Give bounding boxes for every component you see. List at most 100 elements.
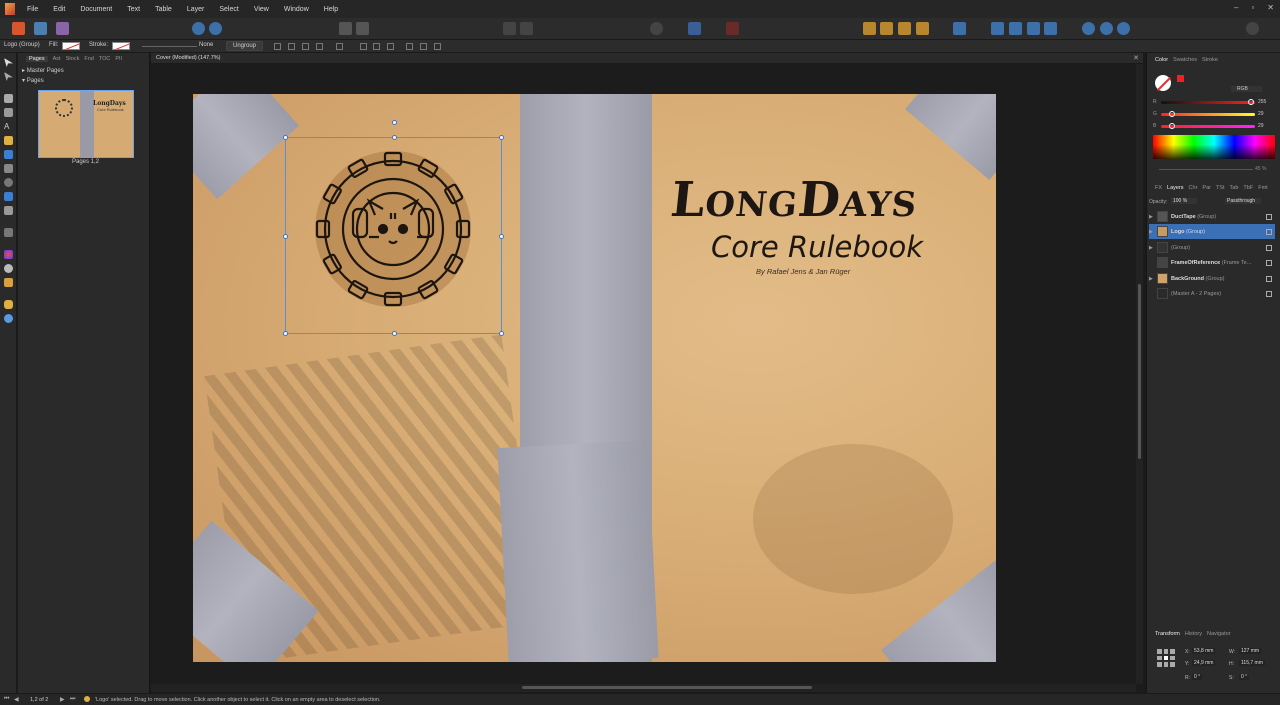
intersect-icon[interactable] (1117, 22, 1130, 35)
menu-file[interactable]: File (27, 6, 38, 13)
anchor-selector[interactable] (1157, 649, 1175, 667)
align-right-icon[interactable] (387, 43, 394, 50)
page-indicator[interactable]: 1,2 of 2 (30, 697, 48, 703)
layer-visibility-checkbox[interactable] (1266, 259, 1272, 266)
tab-assets[interactable]: Ast (53, 56, 61, 62)
tab-layers[interactable]: Layers (1167, 185, 1184, 191)
flip-horizontal-icon[interactable] (991, 22, 1004, 35)
rotation-field[interactable]: 0 ° (1192, 674, 1203, 680)
expand-icon[interactable]: ▶ (1149, 214, 1157, 220)
publisher-persona-icon[interactable] (12, 22, 25, 35)
expand-icon[interactable]: ▶ (1149, 245, 1157, 251)
stroke-width-slider[interactable] (142, 46, 197, 47)
previous-page-icon[interactable]: ◀ (14, 696, 19, 703)
menu-window[interactable]: Window (284, 6, 309, 13)
pin-icon[interactable] (503, 22, 516, 35)
book-title[interactable]: LongDays (668, 172, 921, 228)
color-picker-tool-icon[interactable] (4, 278, 13, 287)
rectangle-tool-icon[interactable] (4, 150, 13, 159)
tab-stock[interactable]: Stock (66, 56, 80, 62)
resize-handle-tr[interactable] (499, 135, 504, 140)
b-slider-knob[interactable] (1169, 123, 1175, 129)
pages-row[interactable]: ▾ Pages (22, 77, 44, 84)
tab-color[interactable]: Color (1155, 57, 1168, 63)
designer-persona-icon[interactable] (56, 22, 69, 35)
menu-layer[interactable]: Layer (187, 6, 205, 13)
assets-icon[interactable] (209, 22, 222, 35)
tab-pii[interactable]: PII (115, 56, 122, 62)
zoom-tool-icon[interactable] (4, 314, 13, 323)
layer-row[interactable]: ▶ BackGround (Group) (1149, 271, 1275, 286)
opacity-slider[interactable] (1159, 169, 1253, 170)
boolean-intersect-icon[interactable] (302, 43, 309, 50)
expand-icon[interactable]: ▶ (1149, 229, 1157, 235)
resize-handle-br[interactable] (499, 331, 504, 336)
tab-fx[interactable]: FX (1155, 185, 1162, 191)
menu-select[interactable]: Select (219, 6, 238, 13)
w-field[interactable]: 127 mm (1239, 648, 1262, 654)
book-subtitle[interactable]: Core Rulebook (711, 230, 923, 264)
layer-visibility-checkbox[interactable] (1266, 275, 1272, 282)
frame-icon[interactable] (339, 22, 352, 35)
shear-field[interactable]: 0 ° (1239, 674, 1250, 680)
tab-table[interactable]: Tab (1230, 185, 1239, 191)
flip-vertical-icon[interactable] (1009, 22, 1022, 35)
vertical-scroll-thumb[interactable] (1138, 284, 1141, 459)
align-center-icon[interactable] (373, 43, 380, 50)
table-tool-icon[interactable] (4, 108, 13, 117)
move-tool-icon[interactable] (4, 58, 13, 67)
rectangle-frame-tool-icon[interactable] (4, 192, 13, 201)
r-value[interactable]: 255 (1258, 99, 1266, 105)
resize-handle-b[interactable] (392, 331, 397, 336)
layer-visibility-checkbox[interactable] (1266, 228, 1272, 235)
layer-row[interactable]: ▶ DuctTape (Group) (1149, 209, 1275, 224)
layer-opacity-field[interactable]: 100 % (1171, 198, 1198, 204)
document-spread[interactable]: LongDays Core Rulebook By Rafael Jens & … (193, 94, 996, 662)
y-field[interactable]: 24,9 mm (1192, 660, 1216, 666)
tab-toc[interactable]: TOC (99, 56, 111, 62)
close-document-icon[interactable]: ✕ (1133, 54, 1139, 62)
x-field[interactable]: 53,8 mm (1192, 648, 1216, 654)
next-page-icon[interactable]: ▶ (60, 696, 65, 703)
page-thumbnail[interactable]: LongDays Core Rulebook (38, 90, 134, 158)
hand-tool-icon[interactable] (4, 300, 13, 309)
first-page-icon[interactable]: ⏮ (4, 696, 9, 703)
layer-visibility-checkbox[interactable] (1266, 290, 1272, 297)
view-mode-icon[interactable] (650, 22, 663, 35)
boolean-subtract-icon[interactable] (288, 43, 295, 50)
stroke-color-chip[interactable] (1177, 75, 1184, 82)
transparency-tool-icon[interactable] (4, 264, 13, 273)
tab-text-styles[interactable]: TSt (1216, 185, 1225, 191)
b-value[interactable]: 29 (1258, 123, 1264, 129)
g-slider[interactable] (1161, 113, 1255, 116)
tab-find[interactable]: Fnd (84, 56, 93, 62)
tab-navigator[interactable]: Navigator (1207, 631, 1231, 637)
master-pages-row[interactable]: ▸ Master Pages (22, 67, 64, 74)
move-front-icon[interactable] (898, 22, 911, 35)
tab-paragraph[interactable]: Par (1202, 185, 1211, 191)
color-mode-select[interactable]: RGB (1231, 86, 1262, 92)
align-icon[interactable] (953, 22, 966, 35)
g-slider-knob[interactable] (1169, 111, 1175, 117)
crop-icon[interactable] (356, 22, 369, 35)
tab-transform[interactable]: Transform (1155, 631, 1180, 637)
artistic-text-tool-icon[interactable]: A (4, 122, 13, 131)
account-icon[interactable] (1246, 22, 1259, 35)
vertical-scrollbar[interactable] (1136, 64, 1143, 684)
fill-tool-icon[interactable] (4, 250, 13, 259)
tab-table-format[interactable]: TbF (1243, 185, 1253, 191)
tab-stroke[interactable]: Stroke (1202, 57, 1218, 63)
r-slider[interactable] (1161, 101, 1255, 104)
color-spectrum[interactable] (1153, 135, 1275, 159)
canvas[interactable]: LongDays Core Rulebook By Rafael Jens & … (151, 64, 1136, 684)
rotate-right-icon[interactable] (1044, 22, 1057, 35)
subtract-icon[interactable] (1100, 22, 1113, 35)
align-bottom-icon[interactable] (434, 43, 441, 50)
boolean-divide-icon[interactable] (316, 43, 323, 50)
menu-document[interactable]: Document (80, 6, 112, 13)
h-field[interactable]: 115,7 mm (1239, 660, 1265, 666)
text-wrap-icon[interactable] (520, 22, 533, 35)
tab-history[interactable]: History (1185, 631, 1202, 637)
ungroup-button[interactable]: Ungroup (226, 41, 264, 51)
menu-text[interactable]: Text (127, 6, 140, 13)
